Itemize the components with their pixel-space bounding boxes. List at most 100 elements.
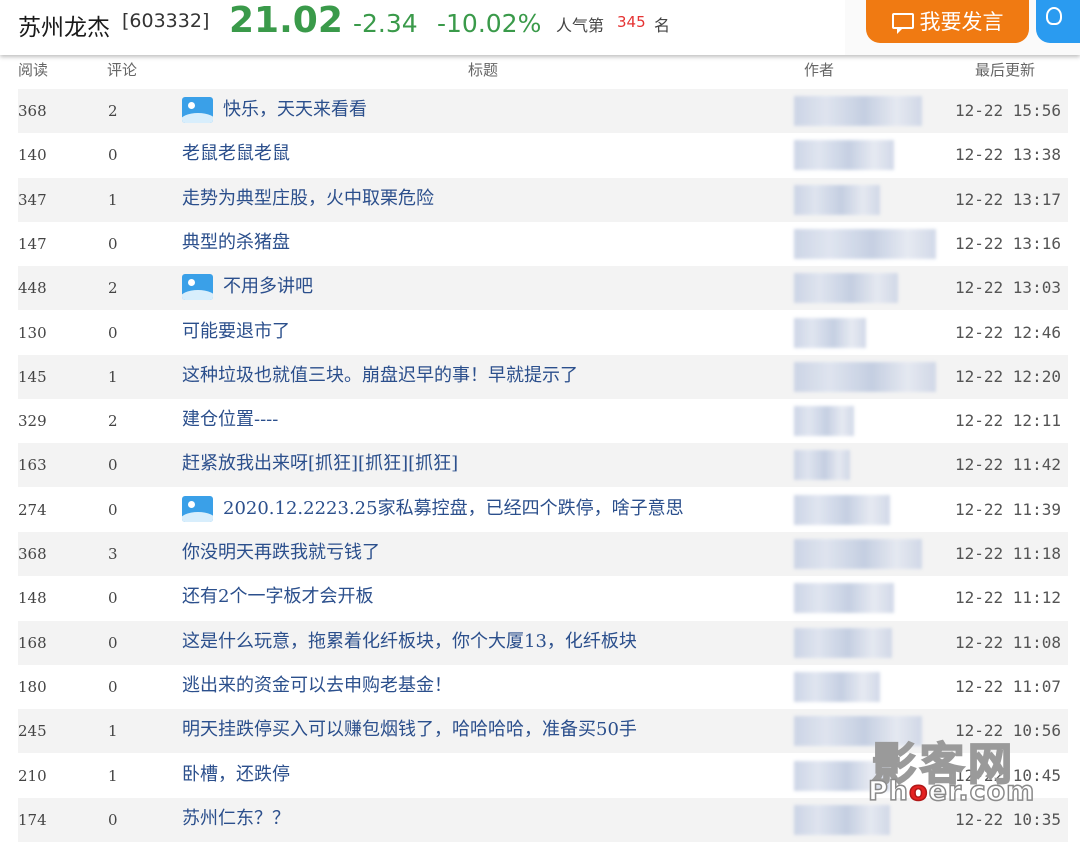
post-button-label: 我要发言: [919, 9, 1004, 34]
post-title-link[interactable]: 快乐，天天来看看: [223, 97, 367, 123]
post-row[interactable]: 368 3 你没明天再跌我就亏钱了 12-22 11:18: [18, 532, 1068, 576]
image-icon: [182, 97, 213, 123]
chat-bubble-icon: [891, 12, 914, 34]
post-title-wrap: 赶紧放我出来呀[抓狂][抓狂][抓狂]: [182, 451, 458, 477]
post-title-wrap: 不用多讲吧: [182, 274, 313, 301]
column-header-title: 标题: [468, 61, 499, 79]
post-row[interactable]: 145 1 这种垃圾也就值三块。崩盘迟早的事！早就提示了 12-22 12:20: [18, 354, 1068, 399]
post-title-link[interactable]: 卧槽，还跌停: [182, 762, 290, 788]
stock-header: 苏州龙杰 [603332] 21.02 -2.34 -10.02% 人气第 34…: [0, 0, 1080, 55]
read-count: 147: [18, 234, 47, 253]
post-title-wrap: 苏州仁东？？: [182, 806, 290, 832]
column-header-author: 作者: [804, 61, 835, 79]
author-name-blurred[interactable]: [794, 494, 890, 525]
last-updated-time: 12-22 11:07: [955, 676, 1061, 696]
post-title-link[interactable]: 老鼠老鼠老鼠: [182, 141, 290, 167]
comment-count: 1: [108, 367, 118, 386]
post-row[interactable]: 274 0 2020.12.2223.25家私募控盘，已经四个跌停，啥子意思 12-2…: [18, 487, 1068, 532]
last-updated-time: 12-22 10:35: [955, 809, 1061, 829]
author-name-blurred[interactable]: [794, 361, 936, 392]
post-title-link[interactable]: 典型的杀猪盘: [182, 230, 290, 256]
post-title-link[interactable]: 2020.12.2223.25家私募控盘，已经四个跌停，啥子意思: [223, 496, 684, 522]
read-count: 140: [18, 146, 47, 165]
price-change-percent: -10.02%: [437, 9, 542, 38]
idea-button[interactable]: [1036, 0, 1080, 43]
last-updated-time: 12-22 13:16: [955, 233, 1061, 253]
post-row[interactable]: 147 0 典型的杀猪盘 12-22 13:16: [18, 221, 1068, 266]
comment-count: 2: [108, 279, 118, 298]
post-title-wrap: 走势为典型庄股，火中取栗危险: [182, 186, 434, 212]
post-title-link[interactable]: 这是什么玩意，拖累着化纤板块，你个大厦13，化纤板块: [182, 629, 637, 655]
column-header-updated[interactable]: 最后更新: [975, 59, 1035, 80]
read-count: 245: [18, 722, 47, 741]
post-title-wrap: 老鼠老鼠老鼠: [182, 141, 290, 167]
author-name-blurred[interactable]: [794, 96, 922, 126]
post-button[interactable]: 我要发言: [866, 0, 1029, 43]
last-updated-time: 12-22 12:46: [955, 322, 1061, 342]
lightbulb-icon: [1046, 7, 1062, 25]
column-header-read[interactable]: 阅读: [18, 59, 48, 80]
read-count: 174: [18, 810, 47, 829]
read-count: 180: [18, 677, 47, 696]
post-title-link[interactable]: 走势为典型庄股，火中取栗危险: [182, 186, 434, 212]
post-row[interactable]: 130 0 可能要退市了 12-22 12:46: [18, 310, 1068, 355]
author-name-blurred[interactable]: [794, 317, 866, 348]
author-name-blurred[interactable]: [794, 273, 898, 304]
comment-count: 0: [108, 633, 118, 652]
post-title-link[interactable]: 这种垃圾也就值三块。崩盘迟早的事！早就提示了: [182, 363, 578, 389]
author-name-blurred[interactable]: [794, 450, 850, 481]
last-updated-time: 12-22 13:03: [955, 278, 1061, 298]
comment-count: 0: [108, 323, 118, 342]
author-name-blurred[interactable]: [794, 804, 890, 835]
post-title-link[interactable]: 还有2个一字板才会开板: [182, 584, 373, 610]
author-name-blurred[interactable]: [794, 539, 922, 569]
comment-count: 0: [108, 146, 118, 165]
post-row[interactable]: 168 0 这是什么玩意，拖累着化纤板块，你个大厦13，化纤板块 12-22 11:0…: [18, 620, 1068, 665]
post-row[interactable]: 347 1 走势为典型庄股，火中取栗危险 12-22 13:17: [18, 177, 1068, 222]
author-name-blurred[interactable]: [794, 583, 894, 614]
post-row[interactable]: 163 0 赶紧放我出来呀[抓狂][抓狂][抓狂] 12-22 11:42: [18, 443, 1068, 488]
read-count: 145: [18, 367, 47, 386]
post-title-wrap: 快乐，天天来看看: [182, 97, 367, 123]
author-name-blurred[interactable]: [794, 228, 936, 259]
author-name-blurred[interactable]: [794, 184, 880, 215]
watermark-en: Phoer.com: [867, 775, 1035, 808]
read-count: 210: [18, 766, 47, 785]
post-title-wrap: 这是什么玩意，拖累着化纤板块，你个大厦13，化纤板块: [182, 629, 637, 655]
author-name-blurred[interactable]: [794, 671, 880, 702]
comment-count: 0: [108, 810, 118, 829]
post-title-link[interactable]: 你没明天再跌我就亏钱了: [182, 540, 380, 566]
stock-name[interactable]: 苏州龙杰: [18, 8, 110, 42]
read-count: 130: [18, 323, 47, 342]
post-title-wrap: 典型的杀猪盘: [182, 230, 290, 256]
read-count: 368: [18, 545, 47, 563]
post-row[interactable]: 140 0 老鼠老鼠老鼠 12-22 13:38: [18, 133, 1068, 178]
post-title-link[interactable]: 逃出来的资金可以去申购老基金！: [182, 673, 452, 699]
comment-count: 0: [108, 500, 118, 519]
author-name-blurred[interactable]: [794, 140, 894, 171]
post-title-link[interactable]: 可能要退市了: [182, 319, 290, 345]
post-title-link[interactable]: 赶紧放我出来呀[抓狂][抓狂][抓狂]: [182, 451, 458, 477]
read-count: 347: [18, 190, 47, 209]
post-row[interactable]: 448 2 不用多讲吧 12-22 13:03: [18, 266, 1068, 311]
post-title-wrap: 你没明天再跌我就亏钱了: [182, 540, 380, 566]
post-title-link[interactable]: 建仓位置----: [182, 407, 278, 433]
comment-count: 0: [108, 234, 118, 253]
comment-count: 3: [108, 545, 118, 563]
column-header-comment[interactable]: 评论: [107, 59, 137, 80]
post-title-link[interactable]: 不用多讲吧: [223, 274, 313, 300]
post-row[interactable]: 180 0 逃出来的资金可以去申购老基金！ 12-22 11:07: [18, 664, 1068, 709]
comment-count: 1: [108, 766, 118, 785]
post-row[interactable]: 329 2 建仓位置---- 12-22 12:11: [18, 399, 1068, 444]
post-row[interactable]: 368 2 快乐，天天来看看 12-22 15:56: [18, 89, 1068, 133]
post-title-link[interactable]: 明天挂跌停买入可以赚包烟钱了，哈哈哈哈，准备买50手: [182, 717, 637, 743]
post-title-wrap: 这种垃圾也就值三块。崩盘迟早的事！早就提示了: [182, 363, 578, 389]
post-row[interactable]: 148 0 还有2个一字板才会开板 12-22 11:12: [18, 576, 1068, 621]
last-updated-time: 12-22 13:38: [955, 145, 1061, 165]
post-title-link[interactable]: 苏州仁东？？: [182, 806, 290, 832]
author-name-blurred[interactable]: [794, 627, 892, 658]
stock-price: 21.02: [229, 0, 343, 41]
popularity-rank[interactable]: 345: [617, 13, 646, 31]
last-updated-time: 12-22 11:18: [955, 544, 1061, 563]
author-name-blurred[interactable]: [794, 406, 854, 437]
